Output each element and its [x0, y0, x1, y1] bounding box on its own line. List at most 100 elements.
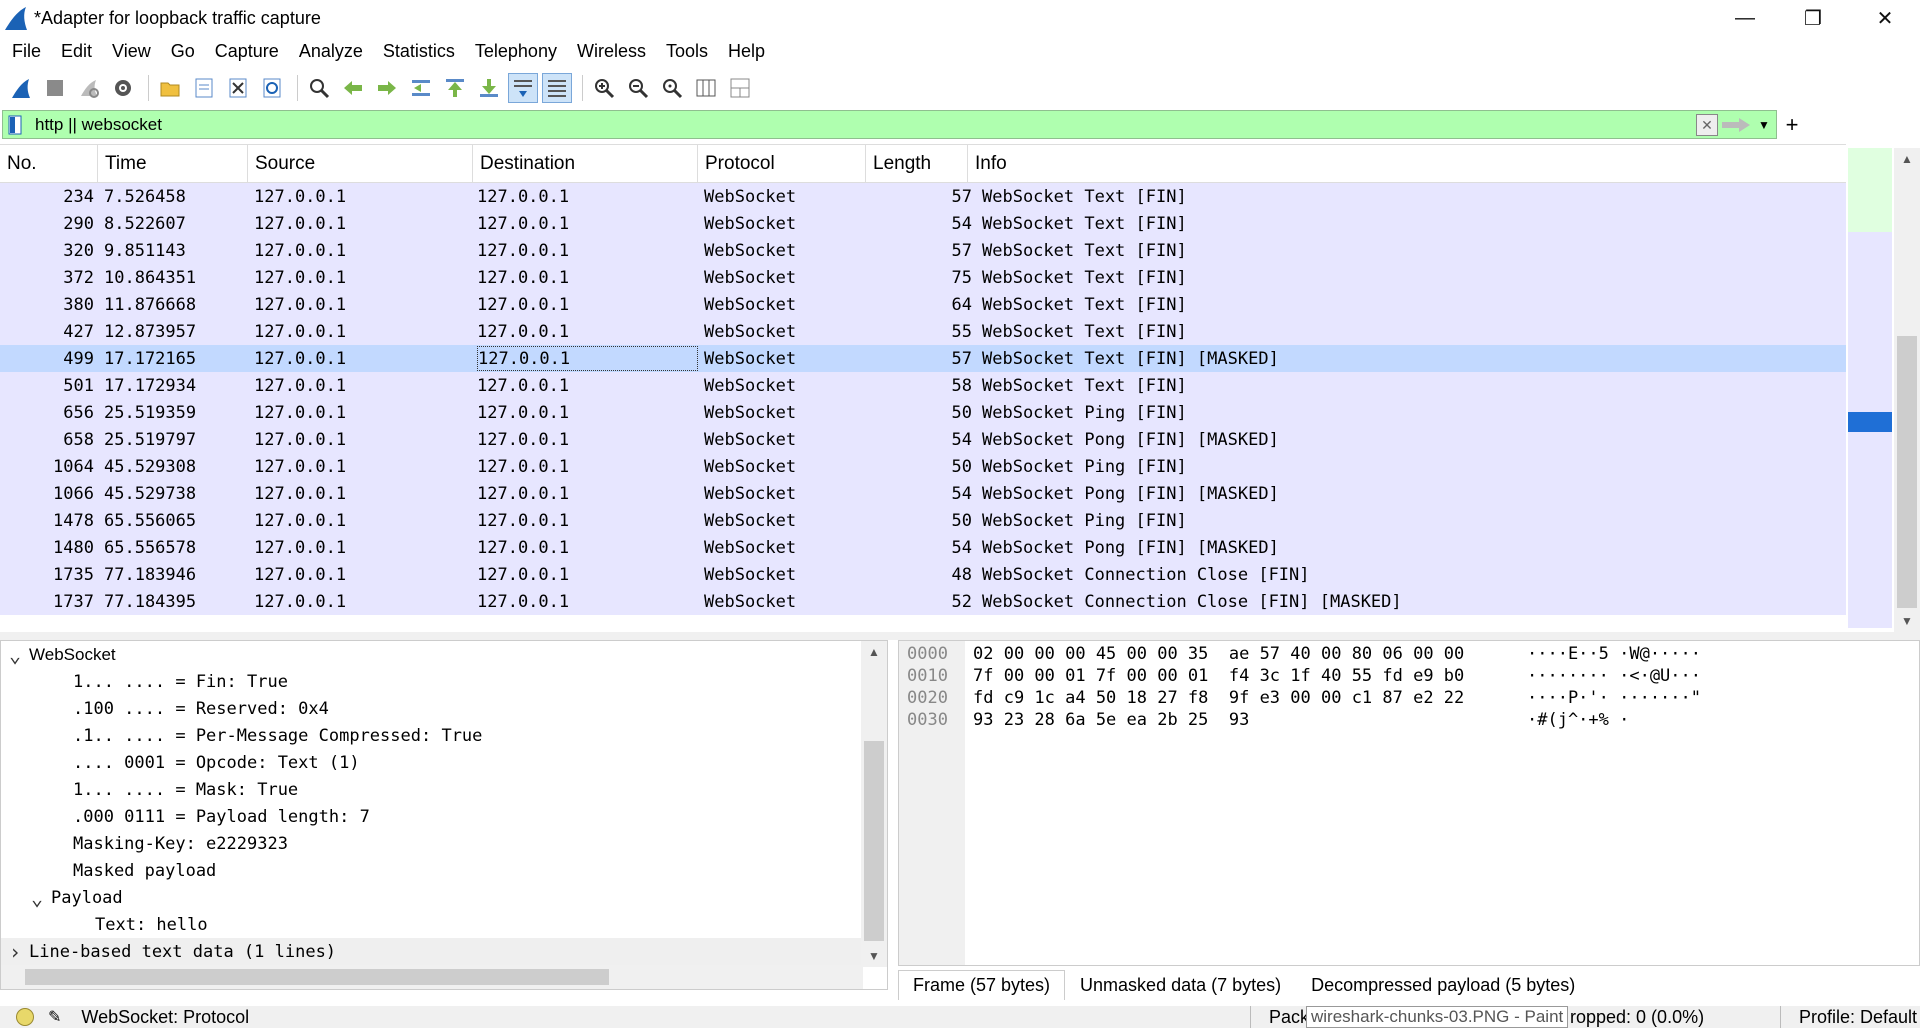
detail-tree-item[interactable]: ⌄ WebSocket — [1, 641, 887, 668]
go-first-button[interactable] — [440, 73, 470, 103]
packet-row[interactable]: 427 12.873957 127.0.0.1 127.0.0.1 WebSocket 5… — [0, 318, 1846, 345]
packet-row[interactable]: 1735 77.183946 127.0.0.1 127.0.0.1 WebSocket… — [0, 561, 1846, 588]
packet-row[interactable]: 658 25.519797 127.0.0.1 127.0.0.1 WebSocket 5… — [0, 426, 1846, 453]
packet-row[interactable]: 234 7.526458 127.0.0.1 127.0.0.1 WebSocket 57… — [0, 183, 1846, 210]
minimize-button[interactable]: — — [1710, 0, 1780, 36]
chevron-down-icon[interactable]: ⌄ — [23, 886, 51, 910]
reload-button[interactable] — [257, 73, 287, 103]
scroll-down-icon[interactable]: ▼ — [1894, 610, 1920, 632]
display-filter-field[interactable]: http || websocket ✕ ▼ — [2, 110, 1777, 139]
menu-statistics[interactable]: Statistics — [373, 41, 465, 62]
column-header-protocol[interactable]: Protocol — [698, 144, 866, 183]
go-forward-button[interactable] — [372, 73, 402, 103]
detail-tree-item[interactable]: ⌄ Payload — [1, 884, 887, 911]
menu-file[interactable]: File — [2, 41, 51, 62]
menu-telephony[interactable]: Telephony — [465, 41, 567, 62]
menu-tools[interactable]: Tools — [656, 41, 718, 62]
column-header-source[interactable]: Source — [248, 144, 473, 183]
scrollbar-thumb[interactable] — [1897, 336, 1917, 608]
packet-list-scrollbar[interactable]: ▲ ▼ — [1894, 148, 1920, 632]
clear-filter-button[interactable]: ✕ — [1696, 114, 1718, 136]
filter-history-dropdown[interactable]: ▼ — [1754, 115, 1774, 135]
scroll-down-icon[interactable]: ▼ — [861, 945, 887, 967]
scroll-up-icon[interactable]: ▲ — [861, 641, 887, 663]
packet-row[interactable]: 499 17.172165 127.0.0.1 127.0.0.1 WebSocket 5… — [0, 345, 1846, 372]
packet-row[interactable]: 290 8.522607 127.0.0.1 127.0.0.1 WebSocket 54… — [0, 210, 1846, 237]
capture-options-button[interactable] — [108, 73, 138, 103]
packet-row[interactable]: 380 11.876668 127.0.0.1 127.0.0.1 WebSocket 6… — [0, 291, 1846, 318]
packet-row[interactable]: 656 25.519359 127.0.0.1 127.0.0.1 WebSocket 5… — [0, 399, 1846, 426]
column-header-no[interactable]: No. — [0, 144, 98, 183]
layout-button[interactable] — [725, 73, 755, 103]
packet-row[interactable]: 1064 45.529308 127.0.0.1 127.0.0.1 WebSocket… — [0, 453, 1846, 480]
restore-button[interactable]: ❐ — [1778, 0, 1848, 36]
restart-button[interactable] — [74, 73, 104, 103]
save-file-button[interactable] — [189, 73, 219, 103]
autoscroll-button[interactable] — [508, 73, 538, 103]
chevron-down-icon[interactable]: ⌄ — [1, 643, 29, 667]
menu-go[interactable]: Go — [161, 41, 205, 62]
pane-splitter[interactable] — [0, 632, 1920, 640]
tab-decompressed-payload[interactable]: Decompressed payload (5 bytes) — [1296, 970, 1590, 1000]
menu-edit[interactable]: Edit — [51, 41, 102, 62]
menu-view[interactable]: View — [102, 41, 161, 62]
go-back-button[interactable] — [338, 73, 368, 103]
zoom-out-button[interactable] — [623, 73, 653, 103]
tab-unmasked-data[interactable]: Unmasked data (7 bytes) — [1065, 970, 1296, 1000]
detail-tree-item[interactable]: Masking-Key: e2229323 — [1, 830, 887, 857]
zoom-reset-button[interactable] — [657, 73, 687, 103]
chevron-right-icon[interactable]: › — [1, 940, 29, 964]
scrollbar-thumb[interactable] — [864, 741, 884, 941]
profile-selector[interactable]: Profile: Default — [1780, 1006, 1917, 1028]
menu-help[interactable]: Help — [718, 41, 775, 62]
detail-tree-item[interactable]: 1... .... = Fin: True — [1, 668, 887, 695]
colorize-button[interactable] — [542, 73, 572, 103]
bytes-row[interactable]: 0030 93 23 28 6a 5e ea 2b 25 93 ·#(j^·+% · — [899, 709, 1629, 731]
apply-filter-button[interactable] — [1720, 115, 1752, 135]
bytes-row[interactable]: 0010 7f 00 00 01 7f 00 00 01 f4 3c 1f 40 … — [899, 665, 1701, 687]
add-filter-button[interactable]: + — [1777, 110, 1807, 139]
scrollbar-thumb[interactable] — [25, 969, 609, 985]
detail-tree-item[interactable]: › Line-based text data (1 lines) — [1, 938, 887, 965]
packet-row[interactable]: 320 9.851143 127.0.0.1 127.0.0.1 WebSocket 57… — [0, 237, 1846, 264]
filter-bookmark-button[interactable] — [3, 111, 27, 138]
capture-comment-icon[interactable]: ✎ — [48, 1007, 61, 1027]
close-button[interactable]: ✕ — [1850, 0, 1920, 36]
scroll-up-icon[interactable]: ▲ — [1894, 148, 1920, 170]
detail-tree-item[interactable]: .000 0111 = Payload length: 7 — [1, 803, 887, 830]
menu-capture[interactable]: Capture — [205, 41, 289, 62]
menu-analyze[interactable]: Analyze — [289, 41, 373, 62]
menu-wireless[interactable]: Wireless — [567, 41, 656, 62]
go-last-button[interactable] — [474, 73, 504, 103]
detail-tree-item[interactable]: Masked payload — [1, 857, 887, 884]
bytes-row[interactable]: 0000 02 00 00 00 45 00 00 35 ae 57 40 00 … — [899, 643, 1701, 665]
detail-tree-item[interactable]: .1.. .... = Per-Message Compressed: True — [1, 722, 887, 749]
open-file-button[interactable] — [155, 73, 185, 103]
packet-row[interactable]: 1737 77.184395 127.0.0.1 127.0.0.1 WebSocket… — [0, 588, 1846, 615]
packet-row[interactable]: 372 10.864351 127.0.0.1 127.0.0.1 WebSocket 7… — [0, 264, 1846, 291]
close-file-button[interactable] — [223, 73, 253, 103]
filter-input[interactable]: http || websocket — [35, 115, 162, 135]
details-horizontal-scrollbar[interactable] — [1, 965, 863, 989]
shark-fin-start-button[interactable] — [6, 73, 36, 103]
packet-row[interactable]: 1480 65.556578 127.0.0.1 127.0.0.1 WebSocket… — [0, 534, 1846, 561]
detail-tree-item[interactable]: .... 0001 = Opcode: Text (1) — [1, 749, 887, 776]
go-to-packet-button[interactable] — [406, 73, 436, 103]
detail-tree-item[interactable]: .100 .... = Reserved: 0x4 — [1, 695, 887, 722]
detail-tree-item[interactable]: 1... .... = Mask: True — [1, 776, 887, 803]
detail-tree-item[interactable]: Text: hello — [1, 911, 887, 938]
stop-button[interactable] — [40, 73, 70, 103]
details-vertical-scrollbar[interactable]: ▲ ▼ — [861, 641, 887, 967]
zoom-in-button[interactable] — [589, 73, 619, 103]
resize-columns-button[interactable] — [691, 73, 721, 103]
packet-row[interactable]: 1066 45.529738 127.0.0.1 127.0.0.1 WebSocket… — [0, 480, 1846, 507]
packet-row[interactable]: 501 17.172934 127.0.0.1 127.0.0.1 WebSocket 5… — [0, 372, 1846, 399]
find-packet-button[interactable] — [304, 73, 334, 103]
bytes-row[interactable]: 0020 fd c9 1c a4 50 18 27 f8 9f e3 00 00 … — [899, 687, 1701, 709]
column-header-time[interactable]: Time — [98, 144, 248, 183]
column-header-info[interactable]: Info — [968, 145, 1846, 183]
column-header-destination[interactable]: Destination — [473, 144, 698, 183]
tab-frame[interactable]: Frame (57 bytes) — [898, 970, 1066, 1000]
packet-minimap[interactable] — [1848, 148, 1892, 628]
expert-info-led-icon[interactable] — [16, 1008, 34, 1026]
